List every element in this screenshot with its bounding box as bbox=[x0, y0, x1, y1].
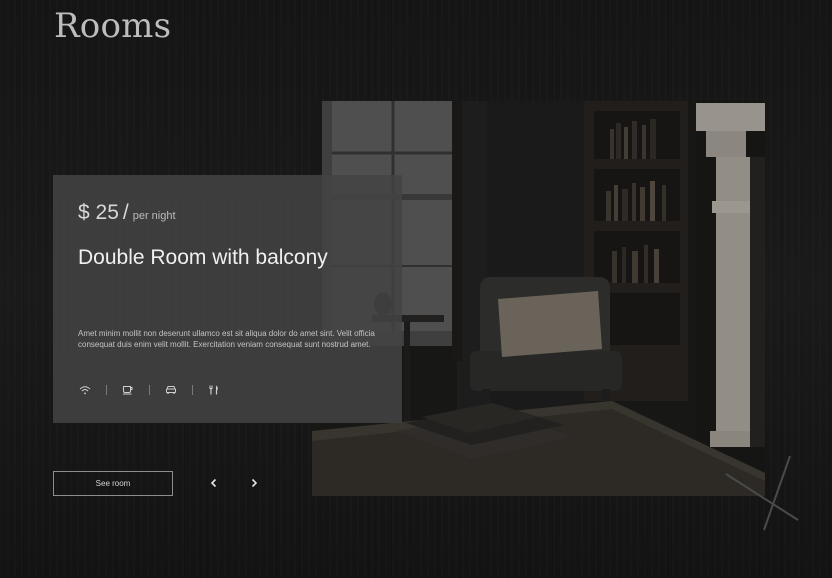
see-room-button[interactable]: See room bbox=[53, 471, 173, 496]
coffee-cup-icon bbox=[121, 384, 135, 396]
amenity-divider bbox=[192, 385, 193, 395]
price-unit: per night bbox=[132, 210, 176, 222]
amenity-divider bbox=[149, 385, 150, 395]
room-price: $ 25/per night bbox=[78, 201, 176, 225]
next-room-button[interactable] bbox=[246, 476, 262, 492]
wifi-icon bbox=[78, 384, 92, 396]
room-card: $ 25/per night Double Room with balcony … bbox=[53, 175, 402, 423]
amenity-divider bbox=[106, 385, 107, 395]
car-icon bbox=[164, 384, 178, 396]
restaurant-icon bbox=[207, 384, 221, 396]
chevron-left-icon bbox=[209, 475, 219, 493]
previous-room-button[interactable] bbox=[206, 476, 222, 492]
chevron-right-icon bbox=[249, 475, 259, 493]
price-amount: $ 25 bbox=[78, 201, 119, 224]
amenities-list bbox=[78, 384, 221, 396]
room-name: Double Room with balcony bbox=[78, 246, 328, 269]
decorative-lines bbox=[725, 455, 799, 531]
room-description: Amet minim mollit non deserunt ullamco e… bbox=[78, 329, 375, 350]
page-title: Rooms bbox=[54, 6, 172, 46]
price-separator: / bbox=[122, 201, 129, 224]
